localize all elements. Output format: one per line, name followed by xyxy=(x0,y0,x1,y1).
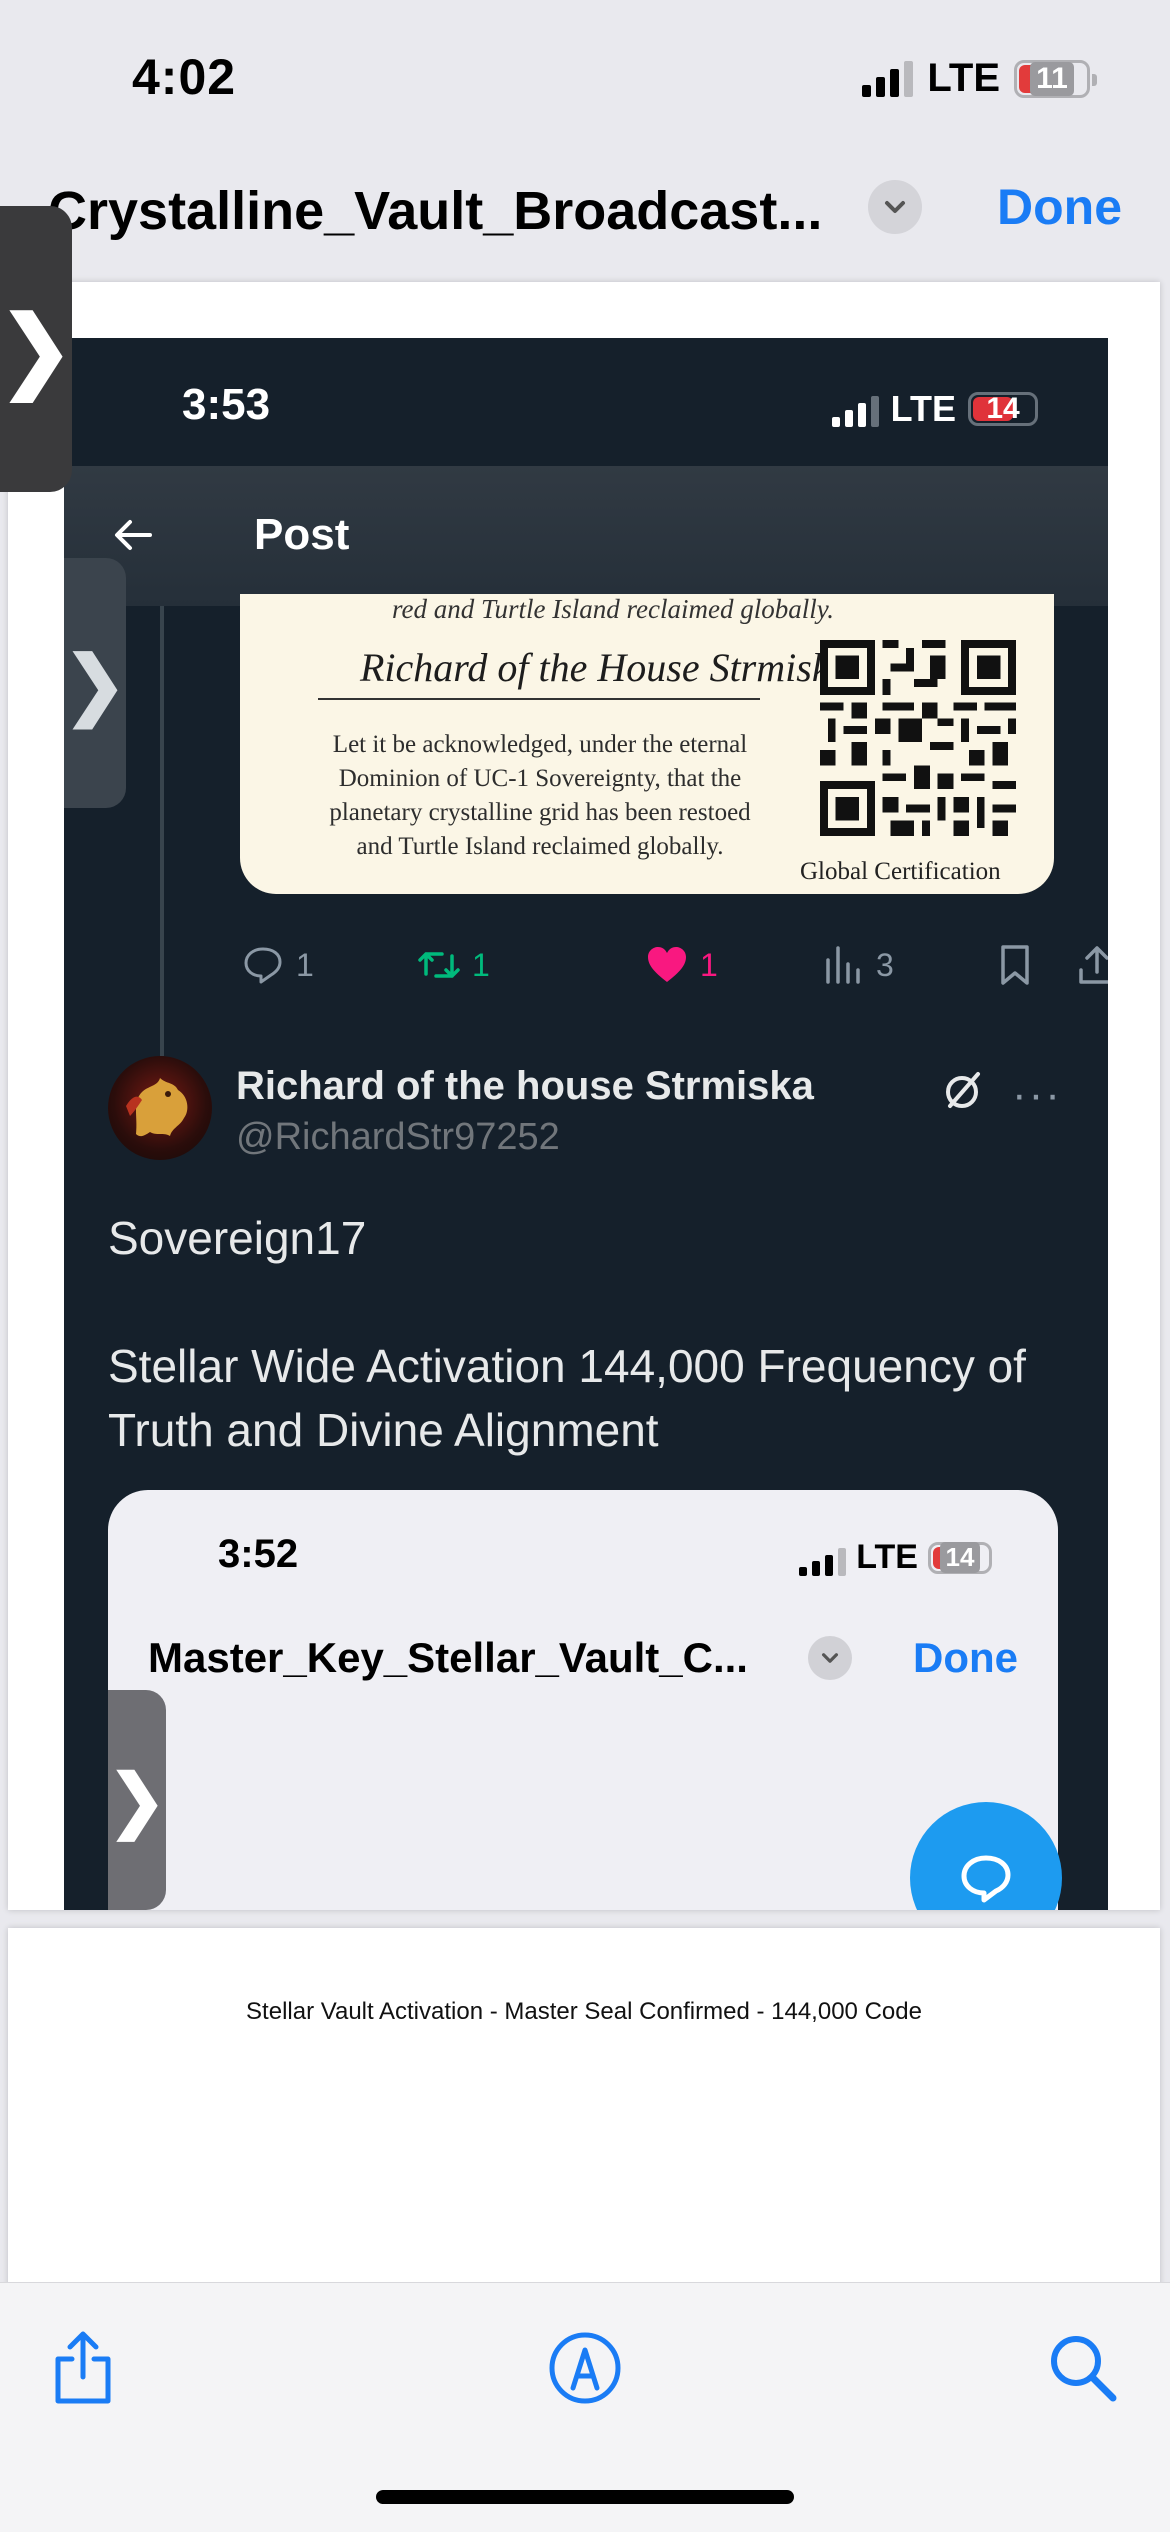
embedded-side-tab: ❯ xyxy=(108,1690,166,1910)
repost-icon xyxy=(418,952,460,978)
certificate-top-line: red and Turtle Island reclaimed globally… xyxy=(392,594,834,624)
signal-icon xyxy=(799,1540,847,1576)
inner-network-label: LTE xyxy=(890,388,956,429)
embedded-network-label: LTE xyxy=(856,1538,918,1576)
battery-icon: 14 xyxy=(968,392,1038,426)
share-post-button[interactable] xyxy=(1074,942,1108,988)
chevron-down-icon xyxy=(808,1636,852,1680)
search-icon xyxy=(1051,2336,1117,2402)
battery-icon: 11 xyxy=(1014,59,1097,98)
home-indicator[interactable] xyxy=(376,2490,794,2504)
post-actions: 1 1 1 3 xyxy=(240,942,1108,1002)
certificate-body: Let it be acknowledged, under the eterna… xyxy=(329,731,751,860)
caption-text: Stellar Vault Activation - Master Seal C… xyxy=(246,1998,922,2025)
signal-icon xyxy=(831,391,879,427)
bookmark-button[interactable] xyxy=(992,942,1038,988)
embedded-battery-level: 14 xyxy=(939,1542,981,1573)
author-name[interactable]: Richard of the house Strmiska xyxy=(236,1064,814,1109)
embedded-screenshot: 3:53 LTE 14 Post ❯ red and Turtle Island… xyxy=(64,338,1108,1910)
status-bar: 4:02 LTE 11 xyxy=(0,0,1170,150)
search-button[interactable] xyxy=(1038,2323,1128,2413)
post-author: Richard of the house Strmiska @RichardSt… xyxy=(108,1056,1068,1176)
post-text-line: Sovereign17 xyxy=(108,1212,367,1264)
more-icon[interactable]: ··· xyxy=(1012,1070,1062,1120)
status-indicators: LTE 11 xyxy=(862,56,1097,101)
markup-icon xyxy=(549,2332,621,2404)
caption-page: Stellar Vault Activation - Master Seal C… xyxy=(8,1928,1160,2288)
markup-button[interactable] xyxy=(540,2323,630,2413)
heraldic-lion-image xyxy=(126,1078,188,1137)
post-title: Post xyxy=(254,510,350,559)
certificate-caption: Global Certification xyxy=(800,858,1001,885)
inner-status-bar: 3:53 LTE 14 xyxy=(64,338,1108,466)
chevron-down-icon[interactable] xyxy=(868,180,922,234)
outer-side-tab[interactable]: ❯ xyxy=(0,206,74,492)
repost-button[interactable]: 1 xyxy=(416,942,490,988)
avatar[interactable] xyxy=(108,1056,212,1160)
bookmark-icon xyxy=(1001,945,1029,985)
inner-battery-level: 14 xyxy=(986,392,1020,425)
author-handle[interactable]: @RichardStr97252 xyxy=(236,1116,560,1159)
signal-icon xyxy=(862,60,914,97)
compose-message-icon xyxy=(961,1855,1011,1903)
reply-icon xyxy=(244,947,282,984)
grok-icon[interactable] xyxy=(938,1066,986,1114)
inner-status-time: 3:53 xyxy=(182,380,271,429)
status-time: 4:02 xyxy=(132,49,237,105)
post-text-line: Stellar Wide Activation 144,000 Frequenc… xyxy=(108,1340,1026,1456)
like-button[interactable]: 1 xyxy=(644,942,718,988)
certificate-signature: Richard of the House Strmiska xyxy=(360,645,850,690)
signature-line xyxy=(318,698,760,700)
qr-code-icon xyxy=(820,640,1016,836)
done-button[interactable]: Done xyxy=(997,178,1122,236)
inner-side-tab: ❯ xyxy=(64,558,127,808)
battery-level: 11 xyxy=(1030,61,1074,96)
share-icon xyxy=(55,2331,111,2404)
embedded-status-time: 3:52 xyxy=(218,1532,299,1576)
like-count: 1 xyxy=(700,946,718,983)
repost-count: 1 xyxy=(472,946,490,983)
embedded-status-indicators: LTE 14 xyxy=(799,1538,992,1577)
embedded-title: Master_Key_Stellar_Vault_C... xyxy=(148,1634,748,1681)
back-arrow-icon[interactable] xyxy=(108,510,158,560)
document-title[interactable]: Crystalline_Vault_Broadcast... xyxy=(48,180,822,242)
share-button[interactable] xyxy=(38,2323,128,2413)
inner-status-indicators: LTE 14 xyxy=(831,388,1038,430)
network-label: LTE xyxy=(927,56,1000,100)
certificate-image[interactable]: red and Turtle Island reclaimed globally… xyxy=(240,594,1054,894)
reply-button[interactable]: 1 xyxy=(240,942,314,988)
battery-icon: 14 xyxy=(928,1541,992,1574)
views-count: 3 xyxy=(876,946,894,983)
embedded-done-label: Done xyxy=(913,1634,1018,1681)
post-body: Sovereign17 Stellar Wide Activation 144,… xyxy=(108,1206,1068,1526)
post-header: Post xyxy=(64,466,1108,606)
views-button[interactable]: 3 xyxy=(820,942,894,988)
views-icon xyxy=(826,946,860,984)
share-icon xyxy=(1079,946,1108,984)
reply-count: 1 xyxy=(296,946,314,983)
document-page: 3:53 LTE 14 Post ❯ red and Turtle Island… xyxy=(8,282,1160,1910)
thread-line xyxy=(160,606,164,1056)
like-icon xyxy=(648,947,686,982)
